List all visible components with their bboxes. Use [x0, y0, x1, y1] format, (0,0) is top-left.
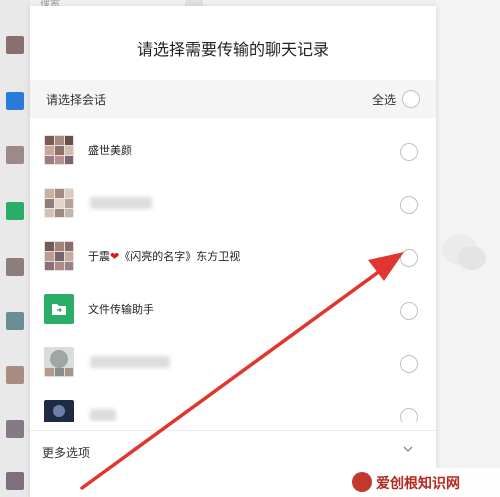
watermark-logo-icon — [352, 472, 372, 492]
conversation-name: 盛世美颜 — [88, 144, 132, 157]
group-avatar — [44, 347, 74, 377]
chat-thumb — [6, 258, 24, 276]
dialog-title: 请选择需要传输的聊天记录 — [136, 40, 329, 59]
conversation-name-blurred — [90, 356, 170, 368]
chat-thumb — [6, 472, 24, 490]
conversation-row[interactable] — [30, 338, 436, 391]
conversation-row[interactable]: 文件传输助手 — [30, 285, 436, 338]
transfer-chat-dialog: 请选择需要传输的聊天记录 请选择会话 全选 盛世美颜 于震❤《闪亮的名字》东方卫… — [30, 6, 436, 497]
user-avatar — [44, 400, 74, 422]
conversation-row[interactable] — [30, 391, 436, 422]
chat-thumb — [6, 146, 24, 164]
group-avatar — [44, 188, 74, 218]
more-options-row[interactable]: 更多选项 — [30, 430, 436, 469]
select-all-label[interactable]: 全选 — [372, 91, 396, 108]
chat-list-background — [0, 0, 30, 497]
conversation-name-blurred — [90, 197, 152, 209]
conversation-radio[interactable] — [400, 249, 418, 267]
group-avatar — [44, 241, 74, 271]
section-header: 请选择会话 全选 — [30, 80, 436, 118]
conversation-row[interactable]: 于震❤《闪亮的名字》东方卫视 — [30, 232, 436, 285]
select-all-radio[interactable] — [402, 90, 420, 108]
conversation-name: 于震❤《闪亮的名字》东方卫视 — [88, 250, 241, 263]
chat-thumb — [6, 366, 24, 384]
chat-thumb — [6, 420, 24, 438]
group-avatar — [44, 135, 74, 165]
more-options-label: 更多选项 — [42, 446, 91, 460]
watermark-text: 爱创根知识网 — [376, 476, 460, 492]
file-transfer-chat-icon — [6, 202, 24, 220]
chat-thumb — [6, 312, 24, 330]
heart-icon: ❤ — [110, 250, 120, 263]
conversation-radio[interactable] — [400, 302, 418, 320]
conversation-row[interactable] — [30, 179, 436, 232]
conversation-radio[interactable] — [400, 143, 418, 161]
chevron-down-icon[interactable] — [402, 443, 414, 455]
doc-chat-icon — [6, 92, 24, 110]
conversation-row[interactable]: 盛世美颜 — [30, 126, 436, 179]
conversation-name-blurred — [90, 409, 116, 421]
conversation-list: 盛世美颜 于震❤《闪亮的名字》东方卫视 文件传输助手 — [30, 118, 436, 422]
conversation-radio[interactable] — [400, 355, 418, 373]
watermark: 爱创根知识网 — [352, 468, 500, 497]
conversation-radio[interactable] — [400, 408, 418, 422]
chat-thumb — [6, 36, 24, 54]
section-label: 请选择会话 — [46, 93, 107, 107]
file-transfer-icon — [44, 294, 74, 324]
conversation-radio[interactable] — [400, 196, 418, 214]
wechat-logo-icon — [442, 235, 486, 270]
conversation-name: 文件传输助手 — [88, 303, 154, 316]
